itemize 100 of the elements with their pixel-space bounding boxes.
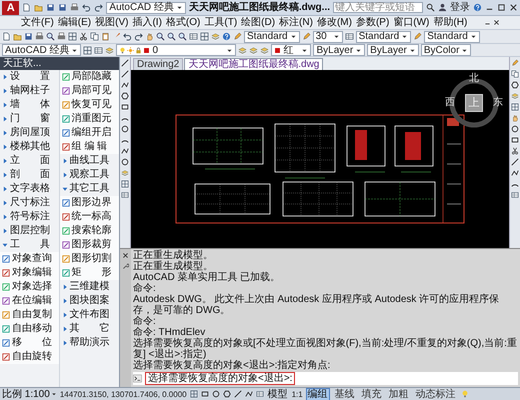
dimension-style-dropdown[interactable]: 30: [312, 30, 343, 42]
palette-tool[interactable]: 自由旋转: [0, 350, 58, 364]
table-icon[interactable]: [511, 191, 519, 199]
hexagon-icon[interactable]: [222, 390, 231, 398]
sign-in-link[interactable]: 登录: [450, 2, 470, 14]
redo-icon[interactable]: [94, 3, 104, 12]
collapsed-triangle-icon[interactable]: [2, 172, 8, 178]
palette-category[interactable]: 门 窗: [0, 112, 58, 126]
save-icon[interactable]: [58, 3, 68, 12]
status-toggle[interactable]: 基线: [332, 388, 357, 400]
help-icon[interactable]: [473, 3, 482, 12]
new-file-icon[interactable]: [2, 32, 11, 41]
caret-icon[interactable]: [50, 391, 57, 397]
swatch-icon[interactable]: [274, 46, 282, 54]
menu-item[interactable]: 绘图(D): [240, 16, 276, 28]
lock-icon[interactable]: [135, 46, 142, 54]
tool-icon[interactable]: [62, 115, 70, 123]
menu-item[interactable]: 编辑(E): [56, 16, 92, 28]
layers-icon[interactable]: [249, 46, 258, 54]
tool-icon[interactable]: [2, 297, 10, 305]
palette-category[interactable]: 其它工具: [60, 182, 119, 196]
grid-icon[interactable]: [200, 32, 209, 41]
polyline-icon[interactable]: [511, 169, 519, 177]
palette-tool[interactable]: 恢复可见: [60, 98, 119, 112]
save-icon[interactable]: [46, 3, 56, 12]
hand-icon[interactable]: [511, 114, 519, 122]
palette-category[interactable]: 图层控制: [0, 224, 58, 238]
table-icon[interactable]: [344, 32, 354, 41]
palette-tool[interactable]: 对象查询: [0, 252, 58, 266]
collapsed-triangle-icon[interactable]: [2, 130, 8, 136]
tool-icon[interactable]: [62, 87, 70, 95]
new-file-icon[interactable]: [22, 3, 32, 12]
palette-tool[interactable]: 对象编辑: [0, 266, 58, 280]
collapsed-triangle-icon[interactable]: [62, 298, 68, 304]
hand-icon[interactable]: [145, 32, 154, 41]
layers-icon[interactable]: [238, 46, 248, 54]
palette-category[interactable]: 房间屋顶: [0, 126, 58, 140]
collapsed-triangle-icon[interactable]: [62, 284, 68, 290]
tool-icon[interactable]: [62, 269, 70, 277]
line-icon[interactable]: [511, 158, 519, 166]
pencil-icon[interactable]: [302, 32, 311, 41]
user-icon[interactable]: [438, 3, 447, 12]
menu-item[interactable]: 工具(T): [203, 16, 238, 28]
model-button[interactable]: 模型: [266, 388, 289, 400]
annotation-scale[interactable]: 1:1: [292, 388, 303, 400]
palette-tool[interactable]: 移 位: [0, 336, 58, 350]
polyline-icon[interactable]: [244, 390, 253, 398]
menu-item[interactable]: 视图(V): [94, 16, 130, 28]
zoom-icon[interactable]: [178, 32, 187, 41]
redo-icon[interactable]: [134, 32, 143, 41]
printer-icon[interactable]: [57, 32, 66, 41]
text-style-dropdown[interactable]: Standard: [244, 30, 300, 42]
caret-icon[interactable]: [332, 33, 340, 40]
command-input[interactable]: 选择需要恢复高度的对象<退出>:: [145, 372, 296, 385]
rectangle-icon[interactable]: [200, 390, 209, 398]
table-icon[interactable]: [121, 191, 129, 199]
table-icon[interactable]: [189, 32, 198, 41]
plot-style-dropdown[interactable]: ByColor: [420, 44, 472, 56]
menu-item[interactable]: 修改(M): [316, 16, 353, 28]
tool-icon[interactable]: [62, 73, 70, 81]
collapsed-triangle-icon[interactable]: [62, 340, 68, 346]
palette-category[interactable]: 尺寸标注: [0, 196, 58, 210]
rectangle-icon[interactable]: [511, 136, 519, 144]
grid-icon[interactable]: [68, 32, 77, 41]
tool-icon[interactable]: [62, 129, 70, 137]
workspace-dropdown[interactable]: AutoCAD 经典: [106, 2, 186, 14]
hexagon-icon[interactable]: [121, 92, 129, 100]
line-icon[interactable]: [234, 390, 242, 398]
menu-item[interactable]: 参数(P): [354, 16, 390, 28]
tool-icon[interactable]: [2, 269, 10, 277]
close-icon[interactable]: [493, 19, 500, 26]
close-icon[interactable]: [509, 3, 518, 12]
pencil-icon[interactable]: [511, 59, 519, 67]
zoom-icon[interactable]: [156, 32, 165, 41]
menu-item[interactable]: 文件(F): [20, 16, 55, 28]
workspace-dropdown[interactable]: AutoCAD 经典: [2, 44, 82, 56]
menu-item[interactable]: 插入(I): [131, 16, 163, 28]
tool-icon[interactable]: [62, 255, 70, 263]
palette-tool[interactable]: 局部隐藏: [60, 70, 119, 84]
maximize-icon[interactable]: [497, 3, 506, 12]
palette-category[interactable]: 工 具: [0, 238, 58, 252]
rectangle-icon[interactable]: [121, 103, 129, 111]
menu-item[interactable]: 窗口(W): [392, 16, 430, 28]
palette-tool[interactable]: 统一标高: [60, 210, 119, 224]
palette-tool[interactable]: 矩 形: [60, 266, 119, 280]
expanded-triangle-icon[interactable]: [2, 242, 8, 248]
tool-icon[interactable]: [62, 143, 70, 151]
palette-category[interactable]: 文件布图: [60, 308, 119, 322]
collapsed-triangle-icon[interactable]: [2, 144, 8, 150]
palette-tool[interactable]: 自由复制: [0, 308, 58, 322]
menu-item[interactable]: 帮助(H): [432, 16, 468, 28]
palette-tool[interactable]: 对象选择: [0, 280, 58, 294]
compass-north-label[interactable]: 北: [469, 74, 479, 84]
copy-icon[interactable]: [90, 32, 99, 41]
line-icon[interactable]: [121, 59, 129, 67]
scissors-icon[interactable]: [511, 147, 519, 155]
tool-icon[interactable]: [62, 227, 70, 235]
grid-icon[interactable]: [83, 46, 92, 54]
collapsed-triangle-icon[interactable]: [2, 158, 8, 164]
collapsed-triangle-icon[interactable]: [2, 200, 8, 206]
